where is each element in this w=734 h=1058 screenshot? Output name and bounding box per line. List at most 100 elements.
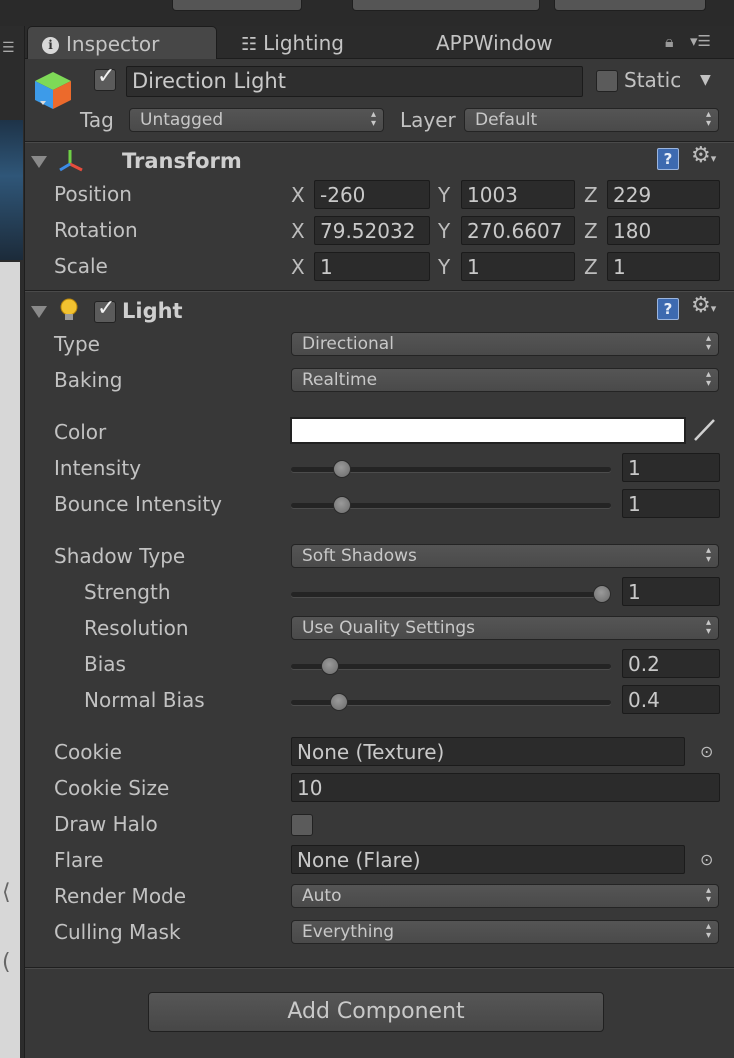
static-checkbox[interactable] [596,70,618,92]
type-label: Type [54,332,100,356]
render-mode-label: Render Mode [54,884,187,908]
axis-z-label: Z [584,219,598,243]
help-icon[interactable]: ? [657,148,679,170]
strength-slider-track[interactable] [291,592,611,597]
render-mode-dropdown[interactable]: Auto ▴ ▾ [291,884,719,908]
dropdown-arrows-icon: ▴ ▾ [705,109,711,129]
object-name-field[interactable]: Direction Light [126,66,583,97]
checkmark-icon: ✓ [97,296,116,321]
toolbar-button[interactable] [554,0,706,11]
divider [25,142,734,143]
tab-lighting[interactable]: ☷ Lighting [241,26,344,58]
gear-icon[interactable]: ⚙▾ [691,293,716,318]
object-picker-icon[interactable]: ⊙ [700,850,713,869]
scene-gizmo-icon: ⟨ [2,880,11,905]
axis-z-label: Z [584,183,598,207]
checkmark-icon: ✓ [97,64,116,89]
scene-gizmo-icon: ( [2,950,11,975]
tag-label: Tag [80,108,114,132]
shadow-type-dropdown[interactable]: Soft Shadows ▴ ▾ [291,544,719,568]
light-bulb-icon [58,297,80,323]
active-checkbox[interactable]: ✓ [94,64,116,91]
draw-halo-label: Draw Halo [54,812,158,836]
strength-slider-thumb[interactable] [593,585,611,603]
normal-bias-slider-thumb[interactable] [330,693,349,711]
rotation-label: Rotation [54,218,138,242]
cookie-field[interactable]: None (Texture) [291,737,685,766]
normal-bias-field[interactable]: 0.4 [622,685,720,714]
scale-x-field[interactable]: 1 [314,252,430,281]
divider [25,968,734,969]
color-swatch[interactable] [290,417,686,444]
resolution-value: Use Quality Settings [302,618,476,638]
position-z-field[interactable]: 229 [607,180,720,209]
tab-label: APPWindow [436,31,553,55]
shadow-type-label: Shadow Type [54,544,186,568]
tag-dropdown[interactable]: Untagged ▴ ▾ [129,108,384,132]
static-dropdown-arrow-icon[interactable]: ▼ [700,72,711,88]
strength-field[interactable]: 1 [622,577,720,606]
rotation-y-field[interactable]: 270.6607 [461,216,575,245]
position-y-field[interactable]: 1003 [461,180,575,209]
cookie-label: Cookie [54,740,122,764]
lock-icon[interactable]: 🔒︎ [665,32,674,52]
axis-x-label: X [291,219,305,243]
strength-label: Strength [84,580,171,604]
baking-dropdown[interactable]: Realtime ▴ ▾ [291,368,719,392]
render-mode-value: Auto [302,886,342,906]
dropdown-arrows-icon: ▴ ▾ [705,545,711,565]
axis-y-label: Y [438,255,451,279]
intensity-field[interactable]: 1 [622,453,720,482]
toolbar-button[interactable] [172,0,302,11]
resolution-label: Resolution [84,616,189,640]
bias-field[interactable]: 0.2 [622,649,720,678]
draw-halo-checkbox[interactable] [291,814,313,836]
baking-value: Realtime [302,370,378,390]
position-x-field[interactable]: -260 [314,180,430,209]
cookie-size-field[interactable]: 10 [291,773,720,802]
bounce-intensity-field[interactable]: 1 [622,489,720,518]
scale-z-field[interactable]: 1 [607,252,720,281]
dropdown-arrows-icon: ▴ ▾ [705,921,711,941]
culling-mask-dropdown[interactable]: Everything ▴ ▾ [291,920,719,944]
add-component-button[interactable]: Add Component [148,992,604,1032]
type-value: Directional [302,334,394,354]
inspector-panel: ✓ Direction Light Static ▼ Tag Untagged ▴… [25,59,734,1058]
tag-value: Untagged [140,110,224,130]
bias-slider-track[interactable] [291,664,611,669]
toolbar-button[interactable] [352,0,540,11]
foldout-arrow-icon[interactable] [31,306,47,318]
help-icon[interactable]: ? [657,298,679,320]
dropdown-arrows-icon: ▴ ▾ [705,617,711,637]
object-picker-icon[interactable]: ⊙ [700,742,713,761]
axis-y-label: Y [438,219,451,243]
light-enabled-checkbox[interactable]: ✓ [94,296,116,323]
gear-icon[interactable]: ⚙▾ [691,143,716,168]
info-icon: i [42,37,59,54]
rotation-z-field[interactable]: 180 [607,216,720,245]
resolution-dropdown[interactable]: Use Quality Settings ▴ ▾ [291,616,719,640]
scene-view-sky [0,120,23,260]
culling-mask-label: Culling Mask [54,920,181,944]
dropdown-arrows-icon: ▴ ▾ [705,369,711,389]
tab-appwindow[interactable]: APPWindow [436,26,553,58]
intensity-slider-thumb[interactable] [333,460,352,478]
transform-axes-icon [58,148,84,174]
static-label: Static [624,68,682,92]
tab-menu-icon[interactable]: ▾☰ [690,32,711,50]
bias-slider-thumb[interactable] [321,657,340,675]
rotation-x-field[interactable]: 79.52032 [314,216,430,245]
baking-label: Baking [54,368,123,392]
scale-y-field[interactable]: 1 [461,252,575,281]
panel-menu-icon[interactable]: ☰ [2,40,15,56]
axis-y-label: Y [438,183,451,207]
dropdown-arrows-icon: ▴ ▾ [705,885,711,905]
layer-dropdown[interactable]: Default ▴ ▾ [464,108,719,132]
bounce-intensity-slider-thumb[interactable] [333,496,352,514]
type-dropdown[interactable]: Directional ▴ ▾ [291,332,719,356]
gameobject-cube-icon [32,69,74,111]
tab-inspector[interactable]: i Inspector [27,26,217,59]
foldout-arrow-icon[interactable] [31,156,47,168]
eyedropper-icon[interactable] [690,416,718,444]
flare-field[interactable]: None (Flare) [291,845,685,874]
